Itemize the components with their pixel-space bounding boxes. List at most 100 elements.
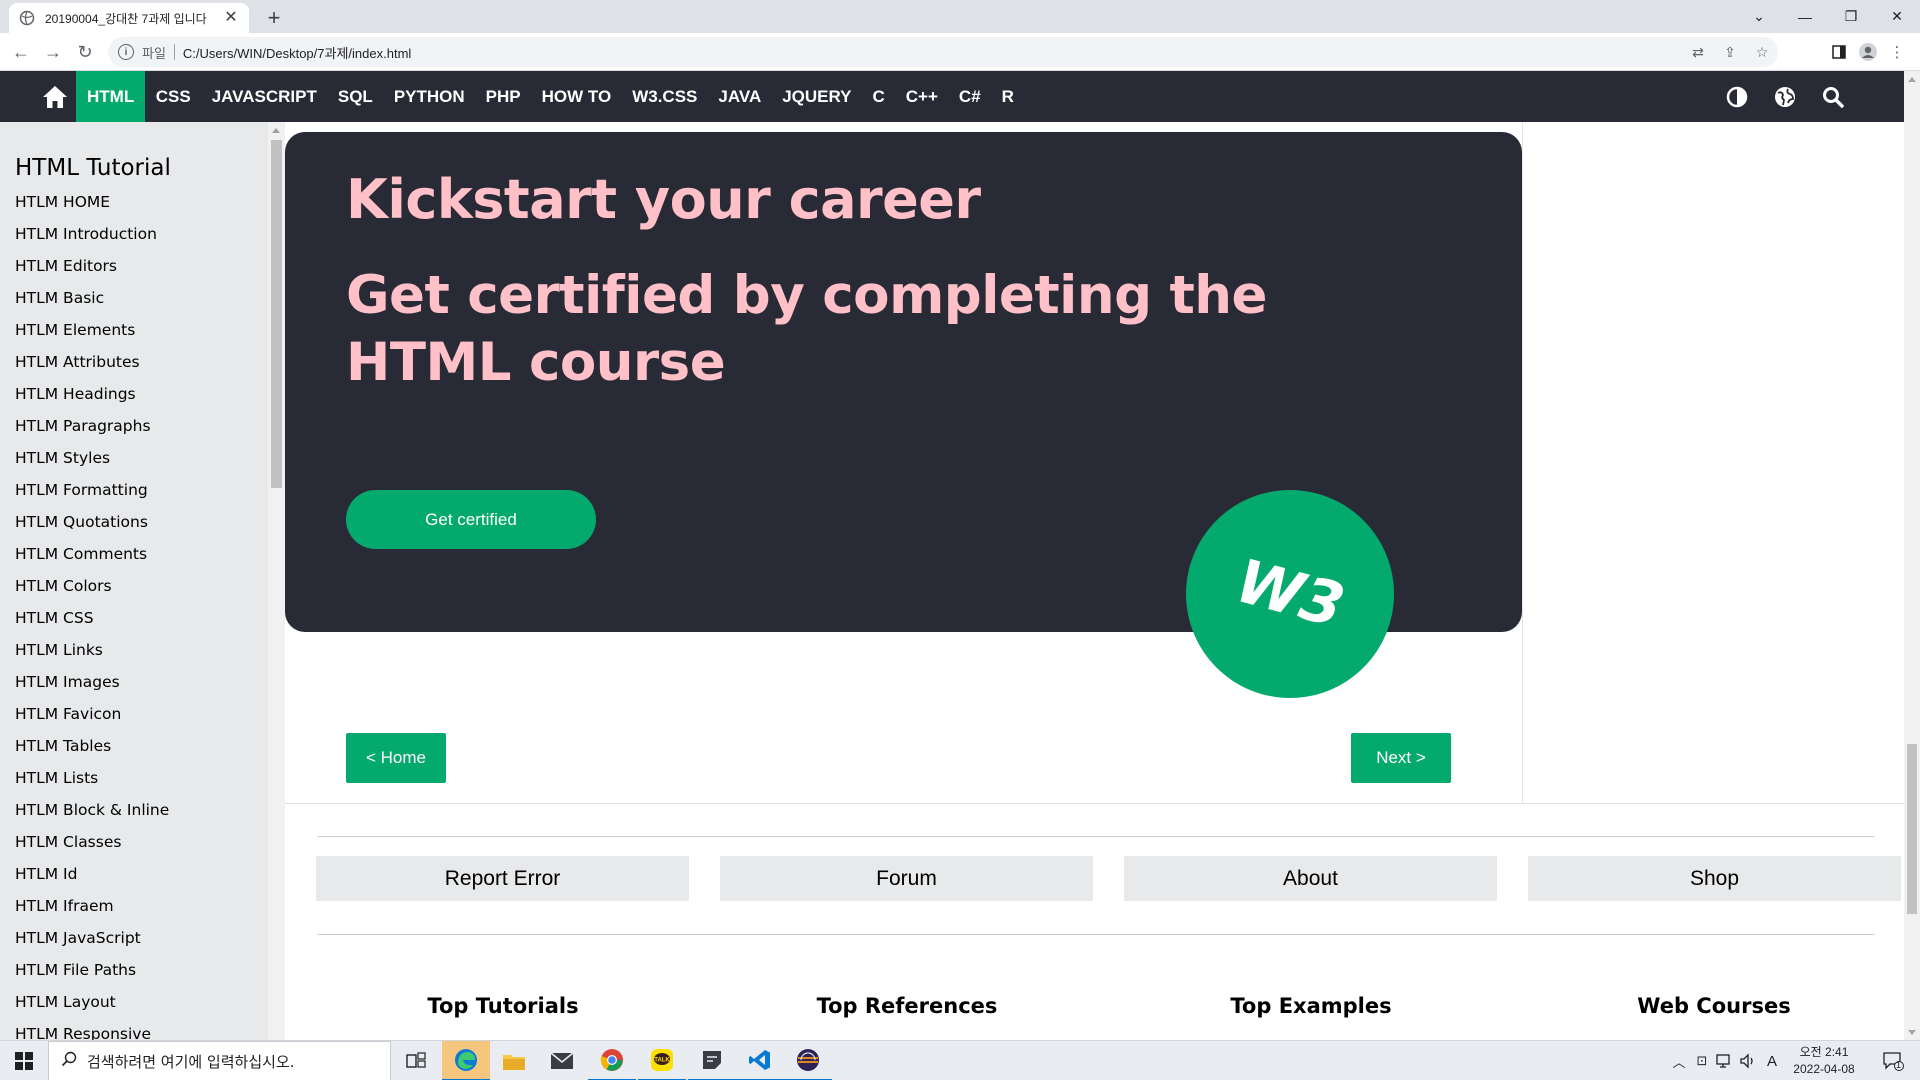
home-icon[interactable] (34, 71, 76, 122)
next-button[interactable]: Next > (1351, 733, 1451, 783)
browser-toolbar: ← → ↻ i 파일 C:/Users/WIN/Desktop/7과제/inde… (0, 33, 1920, 71)
bookmark-star-icon[interactable]: ☆ (1752, 42, 1772, 62)
search-icon[interactable] (1822, 86, 1844, 108)
file-explorer-icon[interactable] (490, 1041, 538, 1080)
nav-item-howto[interactable]: HOW TO (531, 71, 622, 122)
scroll-up-arrow-icon[interactable] (272, 128, 280, 133)
sidebar-item[interactable]: HTLM Colors (15, 576, 169, 608)
forum-button[interactable]: Forum (720, 856, 1093, 901)
minimize-button[interactable]: — (1782, 0, 1828, 33)
sidebar-item[interactable]: HTLM HOME (15, 192, 169, 224)
get-certified-button[interactable]: Get certified (346, 490, 596, 549)
shop-button[interactable]: Shop (1528, 856, 1901, 901)
scroll-down-arrow-icon[interactable] (1908, 1030, 1916, 1035)
forward-icon[interactable]: → (40, 39, 66, 65)
task-view-icon[interactable] (392, 1041, 440, 1080)
nav-item-php[interactable]: PHP (475, 71, 531, 122)
sidebar-item[interactable]: HTLM Editors (15, 256, 169, 288)
sticky-notes-icon[interactable] (688, 1041, 736, 1080)
sidebar-item[interactable]: HTLM CSS (15, 608, 169, 640)
sidebar-item[interactable]: HTLM Ifraem (15, 896, 169, 928)
theme-toggle-icon[interactable] (1726, 86, 1748, 108)
taskbar-search-placeholder: 검색하려면 여기에 입력하십시오. (87, 1052, 295, 1071)
vscode-icon[interactable] (736, 1041, 784, 1080)
nav-item-jquery[interactable]: JQUERY (772, 71, 862, 122)
sidebar-item[interactable]: HTLM JavaScript (15, 928, 169, 960)
sidebar-item[interactable]: HTLM Links (15, 640, 169, 672)
nav-item-python[interactable]: PYTHON (383, 71, 475, 122)
taskbar-search-input[interactable]: 검색하려면 여기에 입력하십시오. (48, 1041, 391, 1080)
sidebar-scrollbar-thumb[interactable] (271, 140, 282, 488)
restore-button[interactable]: ❐ (1828, 0, 1874, 33)
sidebar-item[interactable]: HTLM Comments (15, 544, 169, 576)
sidebar-item[interactable]: HTLM Block & Inline (15, 800, 169, 832)
about-button[interactable]: About (1124, 856, 1497, 901)
home-prev-button[interactable]: < Home (346, 733, 446, 783)
report-error-button[interactable]: Report Error (316, 856, 689, 901)
address-divider (173, 44, 175, 60)
side-panel-icon[interactable] (1828, 41, 1850, 63)
sidebar-item[interactable]: HTLM Id (15, 864, 169, 896)
sidebar-item[interactable]: HTLM Images (15, 672, 169, 704)
sidebar-item[interactable]: HTLM Lists (15, 768, 169, 800)
translate-icon[interactable]: ⇄ (1688, 42, 1708, 62)
ime-indicator[interactable]: A (1762, 1041, 1782, 1080)
address-url[interactable]: C:/Users/WIN/Desktop/7과제/index.html (183, 43, 411, 62)
nav-item-css[interactable]: CSS (145, 71, 201, 122)
nav-item-javascript[interactable]: JAVASCRIPT (201, 71, 327, 122)
address-scheme: 파일 (142, 45, 166, 61)
close-window-button[interactable]: ✕ (1874, 0, 1920, 33)
windows-start-icon[interactable] (0, 1041, 48, 1080)
sidebar-item[interactable]: HTLM Elements (15, 320, 169, 352)
show-hidden-icons-icon[interactable]: ︿ (1670, 1041, 1688, 1080)
info-icon[interactable]: i (118, 44, 134, 60)
sidebar-item[interactable]: HTLM Introduction (15, 224, 169, 256)
camera-icon[interactable]: ⊡ (1692, 1041, 1712, 1080)
sidebar-item[interactable]: HTLM Basic (15, 288, 169, 320)
sidebar-item[interactable]: HTLM Styles (15, 448, 169, 480)
nav-item-sql[interactable]: SQL (327, 71, 383, 122)
nav-item-html[interactable]: HTML (76, 71, 146, 122)
volume-icon[interactable] (1738, 1041, 1758, 1080)
sidebar-item[interactable]: HTLM Headings (15, 384, 169, 416)
sidebar-item[interactable]: HTLM Classes (15, 832, 169, 864)
nav-item-c[interactable]: C (862, 71, 895, 122)
nav-item-w3css[interactable]: W3.CSS (622, 71, 708, 122)
reload-icon[interactable]: ↻ (72, 39, 98, 65)
system-clock[interactable]: 오전 2:41 2022-04-08 (1786, 1044, 1862, 1078)
network-icon[interactable] (1714, 1041, 1736, 1080)
sidebar-item[interactable]: HTLM File Paths (15, 960, 169, 992)
mail-icon[interactable] (538, 1041, 586, 1080)
sidebar-item[interactable]: HTLM Favicon (15, 704, 169, 736)
sidebar-item[interactable]: HTLM Quotations (15, 512, 169, 544)
scroll-up-arrow-icon[interactable] (1908, 77, 1916, 82)
notification-center-icon[interactable]: 1 (1876, 1041, 1910, 1080)
globe-icon[interactable] (1774, 86, 1796, 108)
profile-avatar-icon[interactable] (1857, 41, 1879, 63)
menu-kebab-icon[interactable]: ⋮ (1886, 41, 1908, 63)
kakaotalk-icon[interactable]: TALK (638, 1041, 686, 1080)
sidebar-item[interactable]: HTLM Layout (15, 992, 169, 1024)
nav-item-cpp[interactable]: C++ (895, 71, 948, 122)
eclipse-icon[interactable] (784, 1041, 832, 1080)
address-bar[interactable]: i 파일 C:/Users/WIN/Desktop/7과제/index.html… (108, 37, 1778, 67)
nav-item-csharp[interactable]: C# (948, 71, 991, 122)
tab-search-icon[interactable]: ⌄ (1736, 0, 1782, 33)
sidebar-item[interactable]: HTLM Responsive (15, 1024, 169, 1040)
w3-logo-badge: W3 (1186, 490, 1394, 698)
share-icon[interactable]: ⇪ (1720, 42, 1740, 62)
sidebar-item[interactable]: HTLM Formatting (15, 480, 169, 512)
page-scrollbar-thumb[interactable] (1907, 744, 1917, 914)
sidebar-item[interactable]: HTLM Paragraphs (15, 416, 169, 448)
nav-item-java[interactable]: JAVA (708, 71, 772, 122)
sidebar-item[interactable]: HTLM Attributes (15, 352, 169, 384)
nav-item-r[interactable]: R (991, 71, 1024, 122)
close-tab-icon[interactable]: ✕ (223, 10, 239, 26)
browser-tab[interactable]: 20190004_강대찬 7과제 입니다 ✕ (9, 3, 249, 33)
back-icon[interactable]: ← (8, 39, 34, 65)
sidebar-item[interactable]: HTLM Tables (15, 736, 169, 768)
edge-browser-icon[interactable] (442, 1041, 490, 1080)
new-tab-button[interactable]: + (261, 5, 287, 31)
chrome-icon[interactable] (588, 1041, 636, 1080)
notification-count: 1 (1896, 1060, 1902, 1070)
